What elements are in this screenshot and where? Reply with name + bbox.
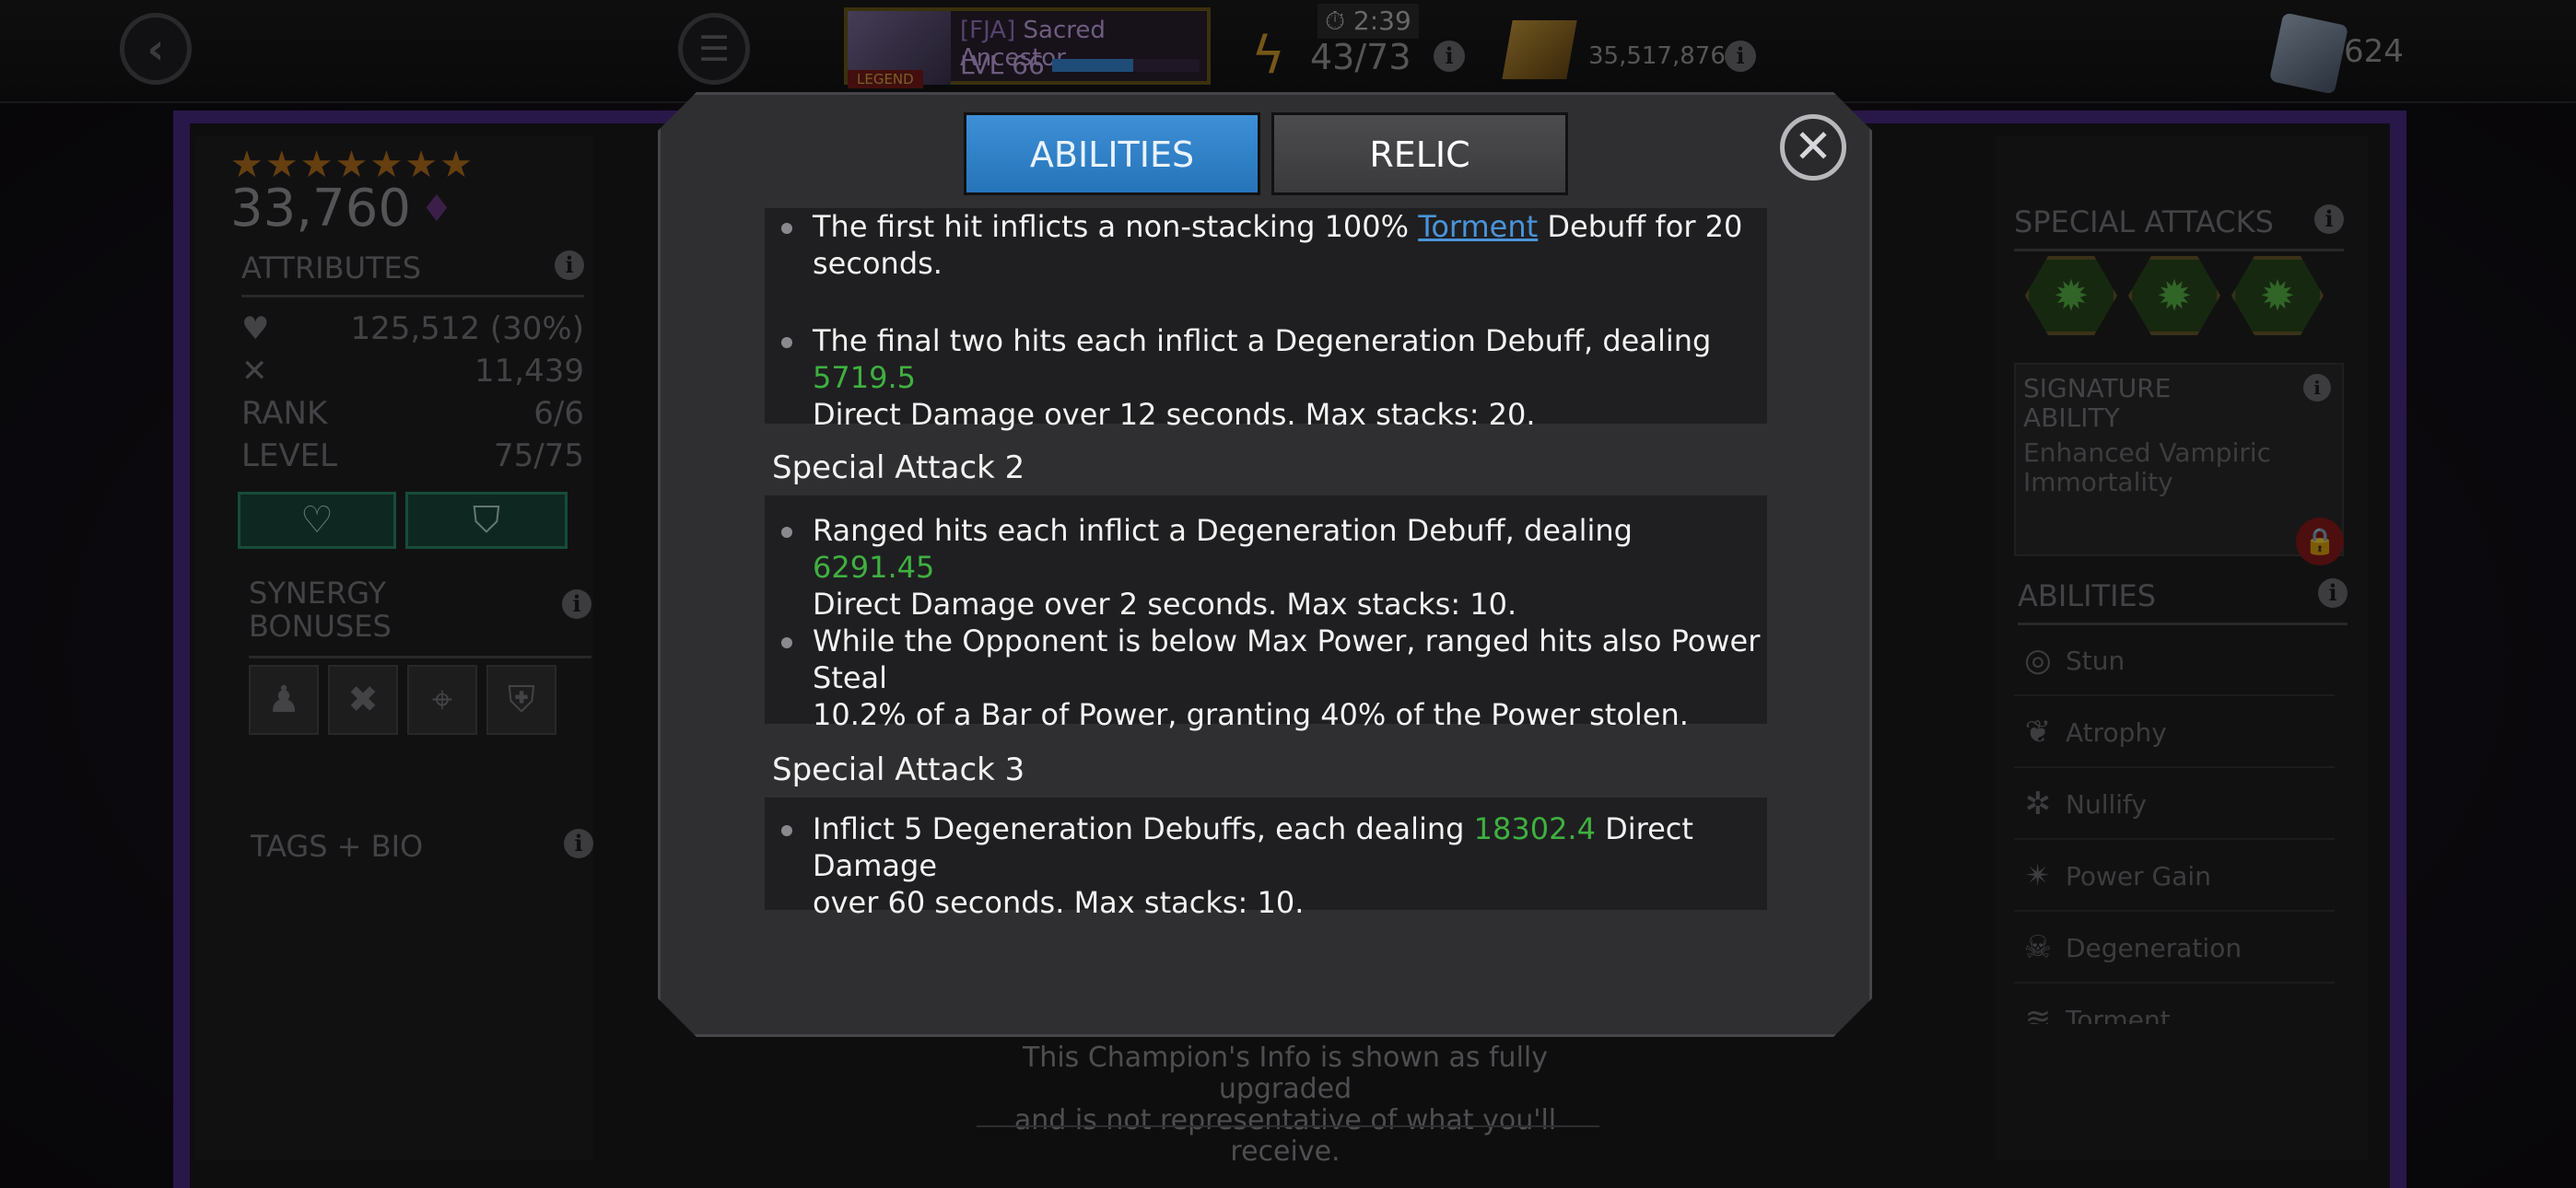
- sa1-b2-line2: Direct Damage over 12 seconds. Max stack…: [813, 397, 1536, 432]
- bullet-icon: [781, 223, 792, 234]
- bullet-icon: [781, 825, 792, 836]
- tab-relic[interactable]: RELIC: [1271, 112, 1568, 195]
- sa3-b1-line2: over 60 seconds. Max stacks: 10.: [813, 885, 1305, 920]
- tab-abilities[interactable]: ABILITIES: [964, 112, 1260, 195]
- sa1-b1-line2: seconds.: [813, 246, 943, 281]
- sa1-b1-text-post: Debuff for 20: [1538, 209, 1743, 244]
- sa2-bullet-1: Ranged hits each inflict a Degeneration …: [813, 512, 1762, 623]
- sa1-b2-text: The final two hits each inflict a Degene…: [813, 323, 1712, 358]
- bullet-icon: [781, 337, 792, 348]
- close-button[interactable]: ✕: [1780, 114, 1846, 181]
- sa2-b2-line2: 10.2% of a Bar of Power, granting 40% of…: [813, 697, 1689, 732]
- sa1-bullet-2: The final two hits each inflict a Degene…: [813, 322, 1762, 433]
- special-attack-1-box: The first hit inflicts a non-stacking 10…: [765, 208, 1767, 432]
- sa2-bullet-2: While the Opponent is below Max Power, r…: [813, 623, 1762, 733]
- sa3-bullet-1: Inflict 5 Degeneration Debuffs, each dea…: [813, 810, 1762, 921]
- bullet-icon: [781, 527, 792, 538]
- sa3-b1-text: Inflict 5 Degeneration Debuffs, each dea…: [813, 811, 1474, 846]
- sa1-bullet-1: The first hit inflicts a non-stacking 10…: [813, 208, 1762, 282]
- sa2-b1-line2: Direct Damage over 2 seconds. Max stacks…: [813, 587, 1517, 622]
- close-icon: ✕: [1794, 120, 1832, 173]
- sa1-b2-damage: 5719.5: [813, 360, 916, 395]
- special-attack-2-box: Ranged hits each inflict a Degeneration …: [765, 495, 1767, 732]
- sa1-b1-text: The first hit inflicts a non-stacking 10…: [813, 209, 1419, 244]
- special-attack-3-title: Special Attack 3: [772, 751, 1025, 788]
- torment-link[interactable]: Torment: [1418, 209, 1538, 244]
- bullet-icon: [781, 637, 792, 648]
- sa2-b1-damage: 6291.45: [813, 550, 935, 585]
- special-attack-3-box: Inflict 5 Degeneration Debuffs, each dea…: [765, 798, 1767, 920]
- special-attack-2-title: Special Attack 2: [772, 449, 1025, 486]
- sa2-b2-line1: While the Opponent is below Max Power, r…: [813, 623, 1761, 695]
- sa3-b1-damage: 18302.4: [1473, 811, 1596, 846]
- sa2-b1-text: Ranged hits each inflict a Degeneration …: [813, 513, 1633, 548]
